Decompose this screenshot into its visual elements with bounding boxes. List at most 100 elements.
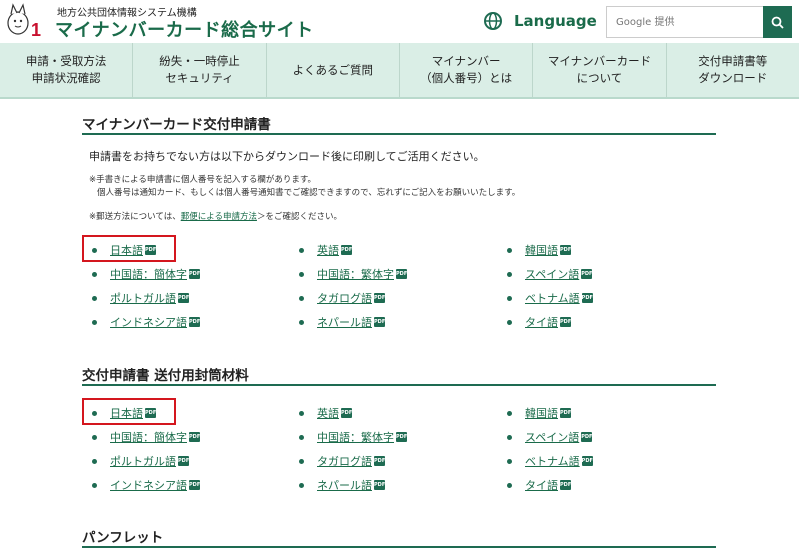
note-mail-suffix: ＞をご確認ください。 [256, 212, 342, 222]
bullet-icon [299, 482, 304, 488]
language-download-link[interactable]: インドネシア語 [110, 477, 187, 493]
nav-about-mynumber[interactable]: マイナンバー （個人番号）とは [400, 43, 534, 97]
bullet-icon [299, 434, 304, 440]
language-download-link[interactable]: スペイン語 [525, 266, 579, 282]
pdf-icon: PDF [396, 269, 408, 279]
bullet-icon [507, 482, 512, 488]
language-list-item: タガログ語 PDF [299, 290, 385, 306]
language-list-item: 韓国語 PDF [507, 405, 571, 421]
pdf-icon: PDF [581, 432, 593, 442]
pdf-icon: PDF [189, 432, 201, 442]
note-handwriting: ※手書きによる申請書に個人番号を記入する欄があります。 [89, 175, 317, 185]
language-download-link[interactable]: ベトナム語 [525, 290, 580, 306]
pdf-icon: PDF [189, 317, 201, 327]
language-list-item: 英語 PDF [299, 405, 352, 421]
pdf-icon: PDF [581, 293, 593, 303]
bullet-icon [507, 271, 512, 277]
language-list-item: スペイン語 PDF [507, 429, 592, 445]
language-label: Language [514, 12, 597, 30]
pdf-icon: PDF [374, 456, 386, 466]
nav-download[interactable]: 交付申請書等 ダウンロード [667, 43, 799, 97]
pdf-icon: PDF [374, 293, 386, 303]
pdf-icon: PDF [581, 269, 593, 279]
language-list-item: ポルトガル語 PDF [92, 290, 189, 306]
language-list-item: 中国語：繁体字 PDF [299, 429, 407, 445]
nav-lost-security[interactable]: 紛失・一時停止 セキュリティ [133, 43, 267, 97]
bullet-icon [92, 319, 97, 325]
svg-text:1: 1 [31, 20, 41, 39]
main-nav: 申請・受取方法 申請状況確認 紛失・一時停止 セキュリティ よくあるご質問 マイ… [0, 43, 799, 99]
language-switcher[interactable]: Language [484, 12, 597, 30]
language-list-item: インドネシア語 PDF [92, 314, 200, 330]
pdf-icon: PDF [560, 245, 572, 255]
language-list-item: 韓国語 PDF [507, 242, 571, 258]
section-title-envelope-materials: 交付申請書 送付用封筒材料 [82, 368, 249, 384]
language-download-link[interactable]: ネパール語 [317, 314, 372, 330]
language-list-item: ネパール語 PDF [299, 477, 385, 493]
nav-faq[interactable]: よくあるご質問 [267, 43, 400, 97]
pdf-icon: PDF [189, 480, 201, 490]
bullet-icon [507, 295, 512, 301]
mynumber-mascot-logo[interactable]: 1 [4, 3, 42, 40]
language-download-link[interactable]: 英語 [317, 405, 339, 421]
pdf-icon: PDF [374, 480, 386, 490]
language-download-link[interactable]: ベトナム語 [525, 453, 580, 469]
bullet-icon [92, 482, 97, 488]
nav-apply-receive[interactable]: 申請・受取方法 申請状況確認 [0, 43, 134, 97]
language-download-link[interactable]: 韓国語 [525, 242, 558, 258]
globe-icon [484, 12, 502, 30]
language-download-link[interactable]: タガログ語 [317, 290, 372, 306]
language-download-link[interactable]: スペイン語 [525, 429, 579, 445]
language-download-link[interactable]: ネパール語 [317, 477, 372, 493]
intro-text: 申請書をお持ちでない方は以下からダウンロード後に印刷してご活用ください。 [89, 150, 485, 163]
language-list-item: スペイン語 PDF [507, 266, 592, 282]
bullet-icon [92, 434, 97, 440]
language-list-item: 中国語：簡体字 PDF [92, 429, 200, 445]
language-download-link[interactable]: ポルトガル語 [110, 290, 176, 306]
language-download-link[interactable]: タガログ語 [317, 453, 372, 469]
nav-about-card[interactable]: マイナンバーカード について [533, 43, 667, 97]
language-list-item: ネパール語 PDF [299, 314, 385, 330]
language-download-link[interactable]: インドネシア語 [110, 314, 187, 330]
search-button[interactable] [763, 6, 792, 38]
language-list-item: ベトナム語 PDF [507, 453, 593, 469]
mail-application-link[interactable]: 郵便による申請方法 [181, 212, 257, 222]
pdf-icon: PDF [341, 245, 353, 255]
bullet-icon [299, 271, 304, 277]
language-download-link[interactable]: 中国語：繁体字 [317, 429, 394, 445]
language-download-link[interactable]: ポルトガル語 [110, 453, 176, 469]
bullet-icon [299, 295, 304, 301]
language-list-item: 中国語：繁体字 PDF [299, 266, 407, 282]
language-list-item: 英語 PDF [299, 242, 352, 258]
language-list-item: ポルトガル語 PDF [92, 453, 189, 469]
language-download-link[interactable]: 英語 [317, 242, 339, 258]
language-download-link[interactable]: 韓国語 [525, 405, 558, 421]
bullet-icon [92, 458, 97, 464]
bullet-icon [299, 458, 304, 464]
section-title-application-form: マイナンバーカード交付申請書 [82, 117, 271, 133]
bullet-icon [92, 271, 97, 277]
search-input[interactable] [606, 6, 763, 38]
language-download-link[interactable]: タイ語 [525, 314, 558, 330]
bullet-icon [299, 410, 304, 416]
language-list-item: タイ語 PDF [507, 477, 571, 493]
pdf-icon: PDF [341, 408, 353, 418]
note-mail-prefix: ※郵送方法については、 [89, 212, 181, 222]
bullet-icon [92, 295, 97, 301]
language-list-item: インドネシア語 PDF [92, 477, 200, 493]
site-header: 1 地方公共団体情報システム機構 マイナンバーカード総合サイト Language [0, 0, 799, 43]
language-download-link[interactable]: タイ語 [525, 477, 558, 493]
language-download-link[interactable]: 中国語：繁体字 [317, 266, 394, 282]
pdf-icon: PDF [178, 293, 190, 303]
section-divider [82, 384, 716, 386]
section-title-pamphlet: パンフレット [82, 530, 164, 546]
note-personal-number: 個人番号は通知カード、もしくは個人番号通知書でご確認できますので、忘れずにご記入… [97, 188, 521, 198]
pdf-icon: PDF [560, 317, 572, 327]
language-download-link[interactable]: 中国語：簡体字 [110, 429, 187, 445]
search-icon [771, 16, 784, 29]
pdf-icon: PDF [189, 269, 201, 279]
language-list-item: タガログ語 PDF [299, 453, 385, 469]
language-download-link[interactable]: 中国語：簡体字 [110, 266, 187, 282]
site-title[interactable]: マイナンバーカード総合サイト [55, 16, 314, 42]
bullet-icon [507, 458, 512, 464]
